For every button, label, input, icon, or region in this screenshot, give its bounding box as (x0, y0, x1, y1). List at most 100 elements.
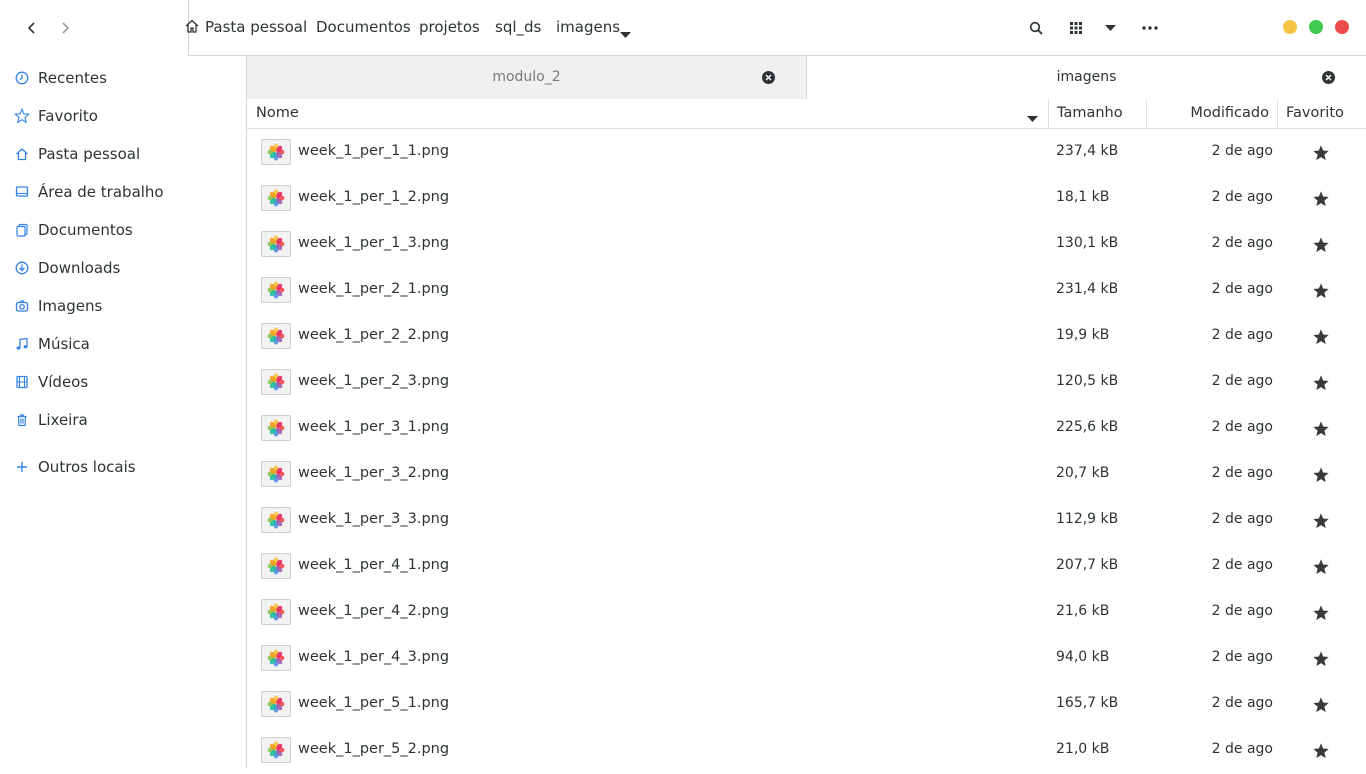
file-modified: 2 de ago (1211, 603, 1273, 619)
sidebar-item-label: Favorito (38, 107, 98, 125)
tab-imagens[interactable]: imagens (807, 56, 1366, 99)
file-row[interactable]: week_1_per_4_3.png 94,0 kB 2 de ago (247, 636, 1366, 682)
view-options-button[interactable] (1096, 14, 1124, 42)
caret-down-icon[interactable] (620, 24, 631, 43)
favorite-star-icon[interactable] (1312, 650, 1330, 668)
sidebar-item-imagens[interactable]: Imagens (0, 291, 246, 321)
image-file-icon (261, 277, 291, 303)
favorite-star-icon[interactable] (1312, 374, 1330, 392)
file-name: week_1_per_1_2.png (298, 189, 450, 205)
favorite-star-icon[interactable] (1312, 328, 1330, 346)
desktop-icon (14, 184, 30, 200)
tab-modulo-2[interactable]: modulo_2 (247, 56, 807, 99)
search-button[interactable] (1022, 14, 1050, 42)
column-header-modified[interactable]: Modificado (1147, 100, 1277, 129)
file-row[interactable]: week_1_per_3_3.png 112,9 kB 2 de ago (247, 498, 1366, 544)
sidebar-item-label: Lixeira (38, 411, 88, 429)
path-bar: Pasta pessoal Documentos projetos sql_ds… (185, 0, 1366, 56)
sidebar-item-musica[interactable]: Música (0, 329, 246, 359)
film-icon (14, 374, 30, 390)
sidebar-item-recentes[interactable]: Recentes (0, 63, 246, 93)
breadcrumb-imagens[interactable]: imagens (556, 18, 620, 36)
minimize-button[interactable] (1283, 20, 1297, 34)
tab-close-icon[interactable] (1322, 71, 1335, 84)
file-size: 18,1 kB (1056, 189, 1110, 205)
sidebar-item-lixeira[interactable]: Lixeira (0, 405, 246, 435)
clock-icon (14, 70, 30, 86)
file-row[interactable]: week_1_per_3_2.png 20,7 kB 2 de ago (247, 452, 1366, 498)
file-modified: 2 de ago (1211, 419, 1273, 435)
favorite-star-icon[interactable] (1312, 742, 1330, 760)
favorite-star-icon[interactable] (1312, 696, 1330, 714)
maximize-button[interactable] (1309, 20, 1323, 34)
tab-bar: modulo_2 imagens (247, 56, 1366, 99)
favorite-star-icon[interactable] (1312, 282, 1330, 300)
file-size: 120,5 kB (1056, 373, 1119, 389)
file-size: 130,1 kB (1056, 235, 1119, 251)
file-name: week_1_per_4_1.png (298, 557, 450, 573)
favorite-star-icon[interactable] (1312, 236, 1330, 254)
favorite-star-icon[interactable] (1312, 558, 1330, 576)
file-row[interactable]: week_1_per_4_2.png 21,6 kB 2 de ago (247, 590, 1366, 636)
file-row[interactable]: week_1_per_3_1.png 225,6 kB 2 de ago (247, 406, 1366, 452)
favorite-star-icon[interactable] (1312, 604, 1330, 622)
file-row[interactable]: week_1_per_2_3.png 120,5 kB 2 de ago (247, 360, 1366, 406)
home-icon (14, 146, 30, 162)
home-icon (184, 18, 200, 38)
sidebar-item-label: Vídeos (38, 373, 89, 391)
sidebar-item-documentos[interactable]: Documentos (0, 215, 246, 245)
sidebar-item-downloads[interactable]: Downloads (0, 253, 246, 283)
plus-icon (14, 459, 30, 475)
file-size: 112,9 kB (1056, 511, 1119, 527)
sidebar-item-area-de-trabalho[interactable]: Área de trabalho (0, 177, 246, 207)
file-size: 94,0 kB (1056, 649, 1110, 665)
image-file-icon (261, 691, 291, 717)
file-modified: 2 de ago (1211, 695, 1273, 711)
column-label: Modificado (1190, 105, 1269, 121)
file-modified: 2 de ago (1211, 557, 1273, 573)
file-modified: 2 de ago (1211, 649, 1273, 665)
breadcrumb-home[interactable]: Pasta pessoal (205, 18, 307, 36)
file-row[interactable]: week_1_per_5_1.png 165,7 kB 2 de ago (247, 682, 1366, 728)
file-row[interactable]: week_1_per_1_2.png 18,1 kB 2 de ago (247, 176, 1366, 222)
breadcrumb-projetos[interactable]: projetos (419, 18, 480, 36)
file-name: week_1_per_1_3.png (298, 235, 450, 251)
sidebar-item-label: Área de trabalho (38, 183, 164, 201)
back-button[interactable] (18, 14, 46, 42)
sidebar-item-favorito[interactable]: Favorito (0, 101, 246, 131)
file-row[interactable]: week_1_per_2_1.png 231,4 kB 2 de ago (247, 268, 1366, 314)
favorite-star-icon[interactable] (1312, 466, 1330, 484)
breadcrumb-documentos[interactable]: Documentos (316, 18, 411, 36)
file-row[interactable]: week_1_per_1_3.png 130,1 kB 2 de ago (247, 222, 1366, 268)
image-file-icon (261, 553, 291, 579)
column-header-favorite[interactable]: Favorito (1278, 100, 1366, 129)
breadcrumb-sql-ds[interactable]: sql_ds (495, 18, 541, 36)
file-modified: 2 de ago (1211, 511, 1273, 527)
file-row[interactable]: week_1_per_5_2.png 21,0 kB 2 de ago (247, 728, 1366, 774)
favorite-star-icon[interactable] (1312, 144, 1330, 162)
chevron-left-icon (27, 22, 35, 34)
file-row[interactable]: week_1_per_4_1.png 207,7 kB 2 de ago (247, 544, 1366, 590)
tab-close-icon[interactable] (762, 71, 775, 84)
column-header-name[interactable]: Nome (247, 100, 1048, 129)
favorite-star-icon[interactable] (1312, 420, 1330, 438)
forward-button[interactable] (51, 14, 79, 42)
close-window-button[interactable] (1335, 20, 1349, 34)
sidebar-item-outros-locais[interactable]: Outros locais (0, 452, 246, 482)
file-row[interactable]: week_1_per_1_1.png 237,4 kB 2 de ago (247, 130, 1366, 176)
sidebar: Recentes Favorito Pasta pessoal Área de … (0, 56, 246, 768)
sidebar-item-pasta-pessoal[interactable]: Pasta pessoal (0, 139, 246, 169)
column-label: Favorito (1286, 105, 1344, 121)
menu-button[interactable] (1136, 14, 1164, 42)
view-grid-button[interactable] (1062, 14, 1090, 42)
chevron-right-icon (62, 22, 70, 34)
file-name: week_1_per_4_3.png (298, 649, 450, 665)
file-row[interactable]: week_1_per_2_2.png 19,9 kB 2 de ago (247, 314, 1366, 360)
favorite-star-icon[interactable] (1312, 190, 1330, 208)
column-header-size[interactable]: Tamanho (1049, 100, 1146, 129)
file-size: 165,7 kB (1056, 695, 1119, 711)
image-file-icon (261, 369, 291, 395)
sidebar-item-videos[interactable]: Vídeos (0, 367, 246, 397)
file-modified: 2 de ago (1211, 373, 1273, 389)
favorite-star-icon[interactable] (1312, 512, 1330, 530)
